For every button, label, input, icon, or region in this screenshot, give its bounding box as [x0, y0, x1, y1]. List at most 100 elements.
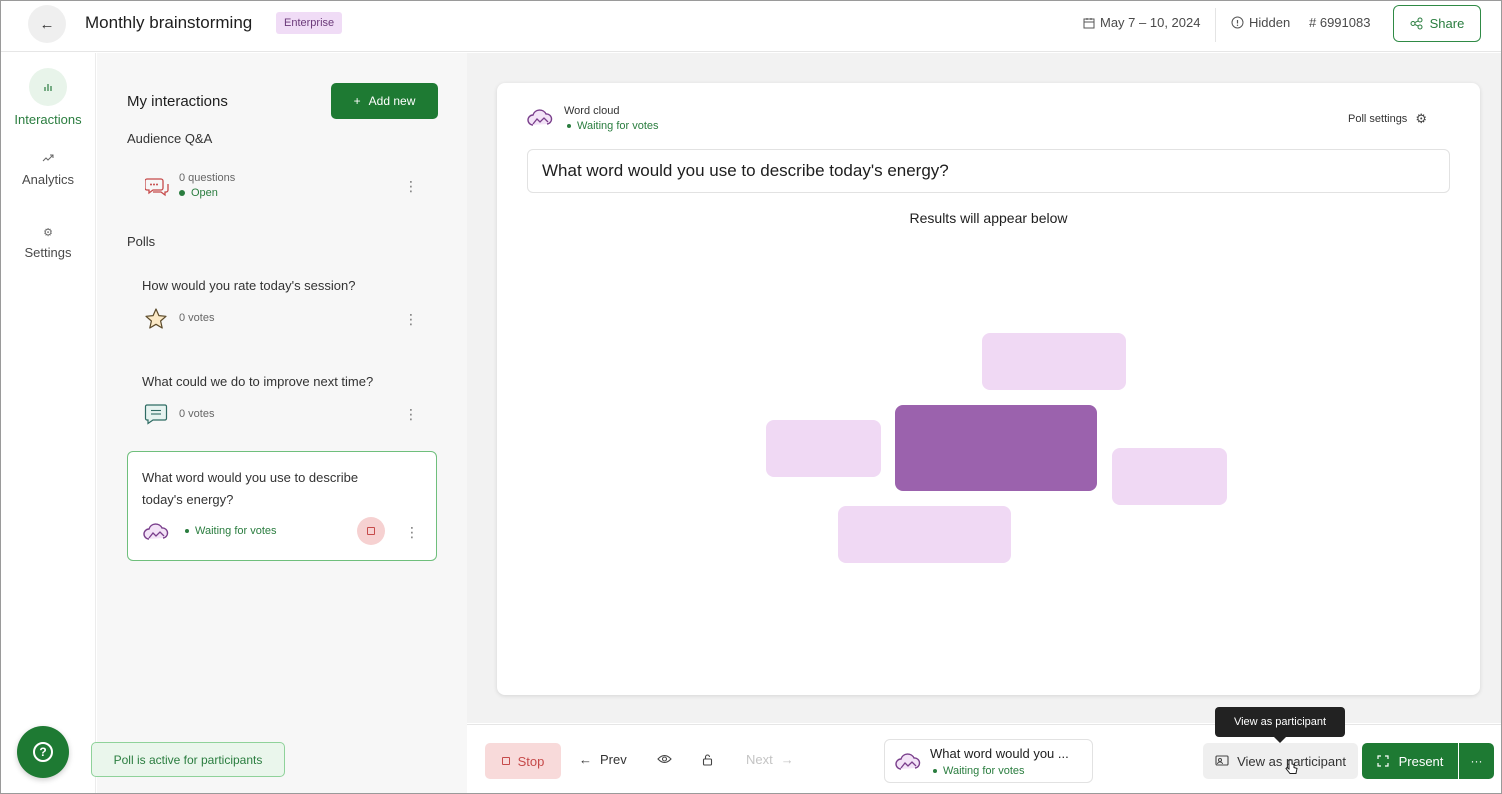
lock-button[interactable]	[702, 753, 713, 766]
poll-settings-label: Poll settings	[1348, 113, 1408, 125]
word-cloud-icon	[527, 105, 553, 131]
current-interaction-title: What word would you ...	[930, 746, 1069, 761]
share-button[interactable]: Share	[1393, 5, 1481, 42]
stop-poll-button[interactable]	[357, 517, 385, 545]
bar-chart-icon	[29, 68, 67, 106]
share-label: Share	[1429, 16, 1465, 31]
event-code[interactable]: # 6991083	[1309, 15, 1370, 30]
present-options-button[interactable]: ···	[1459, 743, 1494, 779]
share-icon	[1410, 17, 1423, 30]
status-dot	[179, 190, 185, 196]
question-count: 0 questions	[179, 172, 236, 184]
word-cloud-placeholder-block	[1112, 448, 1227, 505]
fullscreen-icon	[1376, 755, 1389, 767]
page-title: Monthly brainstorming	[85, 13, 253, 32]
qa-more-menu[interactable]: ⋮	[404, 179, 418, 193]
next-label: Next	[746, 752, 773, 767]
arrow-left-icon: ←	[39, 15, 55, 33]
interactions-panel: My interactions + Add new Audience Q&A 0…	[97, 53, 467, 794]
word-cloud-icon	[895, 749, 921, 775]
question-field[interactable]: What word would you use to describe toda…	[527, 149, 1450, 193]
calendar-icon	[1083, 17, 1095, 28]
arrow-right-icon: →	[780, 752, 794, 767]
vote-count: 0 votes	[179, 312, 215, 324]
current-interaction-card[interactable]: What word would you ... Waiting for vote…	[884, 739, 1093, 783]
arrow-left-icon: ←	[579, 752, 592, 767]
help-icon: ?	[33, 742, 53, 762]
rail-label: Analytics	[21, 172, 75, 187]
prev-button[interactable]: ← Prev	[579, 752, 627, 767]
word-cloud-placeholder-block	[838, 506, 1011, 563]
rail-label: Settings	[24, 245, 72, 260]
stop-icon	[501, 757, 510, 765]
next-button[interactable]: Next →	[746, 752, 794, 767]
present-label: Present	[1398, 753, 1444, 769]
visibility-text: Hidden	[1249, 15, 1291, 30]
gear-icon: ⚙	[1415, 111, 1427, 126]
plus-icon: +	[353, 94, 361, 108]
section-polls: Polls	[127, 234, 156, 249]
date-range-text: May 7 – 10, 2024	[1100, 15, 1201, 30]
stop-label: Stop	[517, 753, 545, 769]
word-cloud-icon	[143, 519, 169, 545]
stop-button[interactable]: Stop	[485, 743, 561, 779]
visibility-toggle[interactable]: Hidden	[1231, 15, 1290, 30]
poll-status-text: Waiting for votes	[195, 525, 277, 537]
top-bar: ← Monthly brainstorming Enterprise May 7…	[0, 0, 1502, 52]
poll-more-menu[interactable]: ⋮	[405, 525, 419, 539]
stop-icon	[367, 527, 375, 535]
poll-question[interactable]: How would you rate today's session?	[142, 278, 355, 293]
status-dot	[567, 124, 571, 128]
current-interaction-status: Waiting for votes	[933, 765, 1025, 777]
mouse-pointer-icon	[1285, 759, 1298, 774]
divider	[1215, 8, 1216, 42]
word-cloud-placeholder-block	[766, 420, 881, 477]
back-button[interactable]: ←	[28, 5, 66, 43]
rail-item-settings[interactable]: ⚙ Settings	[0, 226, 96, 260]
add-new-button[interactable]: + Add new	[331, 83, 438, 119]
toggle-results-button[interactable]	[657, 754, 672, 764]
help-button[interactable]: ?	[17, 726, 69, 778]
trend-icon	[0, 153, 96, 166]
poll-question: What word would you use to describe toda…	[142, 470, 359, 507]
left-rail: Interactions Analytics ⚙ Settings	[0, 53, 96, 794]
poll-more-menu[interactable]: ⋮	[404, 312, 418, 326]
date-range[interactable]: May 7 – 10, 2024	[1083, 15, 1200, 30]
plan-badge: Enterprise	[276, 12, 343, 34]
rail-item-interactions[interactable]: Interactions	[0, 68, 96, 127]
rail-item-analytics[interactable]: Analytics	[0, 153, 96, 187]
qa-status: Open	[179, 187, 218, 199]
status-dot	[933, 769, 937, 773]
poll-status: Waiting for votes	[567, 120, 659, 132]
poll-settings-button[interactable]: Poll settings ⚙	[1348, 111, 1427, 127]
eye-icon	[657, 754, 672, 764]
results-placeholder-text: Results will appear below	[909, 210, 1068, 226]
add-new-label: Add new	[368, 94, 416, 108]
vote-count: 0 votes	[179, 408, 215, 420]
poll-preview-card: Word cloud Waiting for votes Poll settin…	[497, 83, 1480, 695]
panel-title: My interactions	[127, 93, 228, 110]
status-toast: Poll is active for participants	[91, 742, 285, 777]
chat-bubbles-icon	[144, 174, 170, 200]
word-cloud-placeholder-block	[982, 333, 1126, 390]
participant-view-icon	[1215, 755, 1229, 766]
section-audience-qa: Audience Q&A	[127, 131, 213, 146]
active-poll-card[interactable]: What word would you use to describe toda…	[127, 451, 437, 561]
rail-label: Interactions	[14, 112, 82, 127]
poll-more-menu[interactable]: ⋮	[404, 407, 418, 421]
qa-status-text: Open	[191, 187, 218, 199]
word-cloud-placeholder-block-main	[895, 405, 1097, 491]
interaction-type: Word cloud	[564, 105, 620, 117]
poll-status-text: Waiting for votes	[577, 120, 659, 132]
view-as-participant-button[interactable]: View as participant	[1203, 743, 1358, 779]
poll-status: Waiting for votes	[185, 525, 277, 537]
poll-question[interactable]: What could we do to improve next time?	[142, 374, 373, 389]
view-as-participant-tooltip: View as participant	[1215, 707, 1345, 743]
prev-label: Prev	[600, 752, 627, 767]
gear-icon: ⚙	[43, 227, 53, 239]
current-status-text: Waiting for votes	[943, 765, 1025, 777]
present-button[interactable]: Present	[1362, 743, 1458, 779]
unlock-icon	[702, 754, 713, 766]
status-dot	[185, 529, 189, 533]
message-icon	[143, 401, 169, 427]
